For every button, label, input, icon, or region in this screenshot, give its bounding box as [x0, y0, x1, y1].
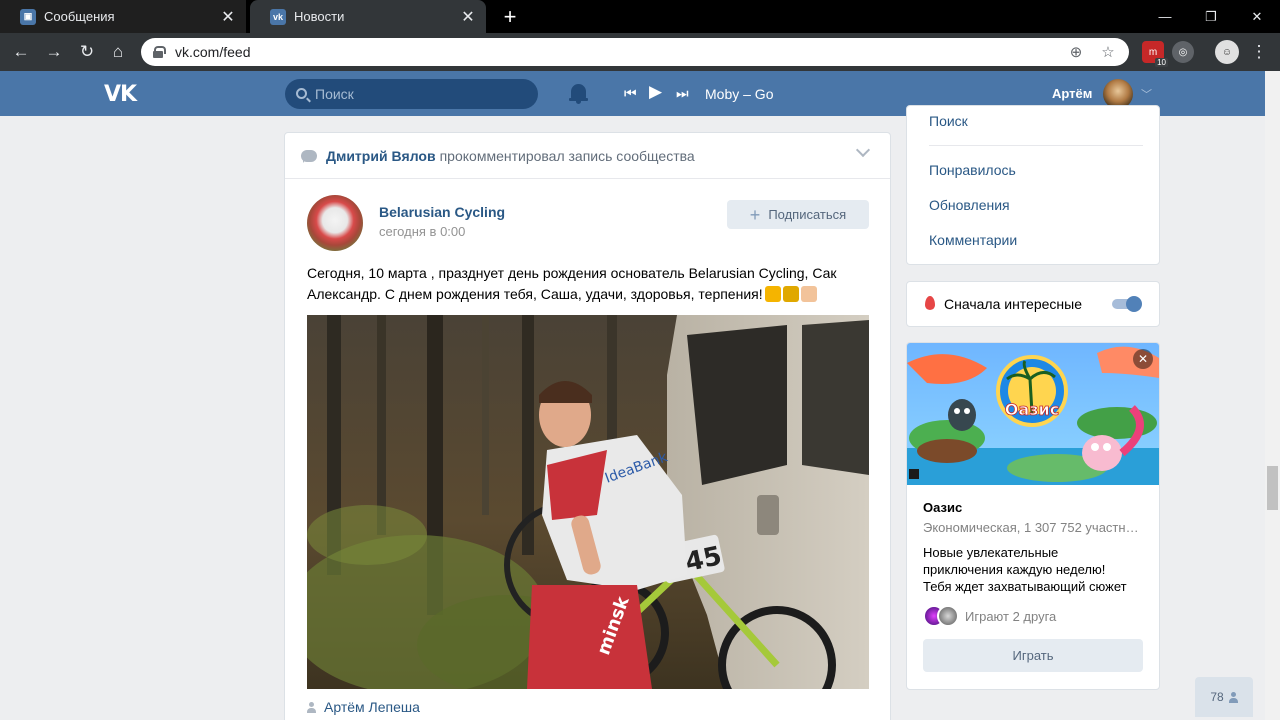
url-text: vk.com/feed	[175, 44, 251, 60]
flame-icon	[925, 296, 935, 310]
context-action-text: прокомментировал запись сообщества	[439, 147, 695, 164]
trophy-emoji-icon	[782, 286, 799, 302]
comment-author-link[interactable]: Артём Лепеша	[324, 699, 420, 715]
interesting-first-toggle[interactable]	[1112, 296, 1142, 312]
person-icon	[1228, 691, 1238, 703]
close-window-icon[interactable]: ✕	[1234, 0, 1280, 33]
search-icon	[296, 88, 307, 99]
community-avatar[interactable]	[307, 195, 363, 251]
scrollbar-thumb[interactable]	[1267, 466, 1278, 510]
tab-messages[interactable]: ▣ Сообщения ✕	[0, 0, 246, 33]
browser-tab-bar: ▣ Сообщения ✕ vk Новости ✕ + — ❐ ✕	[0, 0, 1280, 33]
ad-description-line: Тебя ждет захватывающий сюжет	[923, 579, 1127, 594]
address-bar[interactable]: vk.com/feed ⊕ ☆	[141, 38, 1129, 66]
search-input[interactable]: Поиск	[285, 79, 538, 109]
vk-logo[interactable]: VK	[104, 82, 137, 107]
restore-icon[interactable]: ❐	[1188, 0, 1234, 33]
new-tab-button[interactable]: +	[498, 4, 522, 29]
thumbs-up-emoji-icon	[800, 286, 817, 302]
game-ad-card: Оазис ✕ Оазис Экономическая, 1 307 752 у…	[906, 342, 1160, 690]
ad-description: Новые увлекательные приключения каждую н…	[923, 544, 1145, 595]
context-author-link[interactable]: Дмитрий Вялов	[326, 148, 436, 164]
chevron-down-icon[interactable]	[855, 142, 871, 158]
friends-playing[interactable]: Играют 2 друга	[923, 605, 1056, 627]
next-track-icon[interactable]: ⏭	[676, 85, 689, 102]
reload-icon[interactable]: ↻	[75, 40, 99, 64]
comment-icon	[301, 149, 317, 163]
menu-item-search[interactable]: Поиск	[929, 113, 968, 129]
back-icon[interactable]: ←	[9, 40, 33, 64]
community-name-link[interactable]: Belarusian Cycling	[379, 204, 505, 220]
play-game-button[interactable]: Играть	[923, 639, 1143, 672]
page-scrollbar[interactable]	[1265, 71, 1280, 720]
chevron-down-icon[interactable]: ﹀	[1141, 86, 1152, 102]
ad-description-line: приключения каждую неделю!	[923, 562, 1106, 577]
minimize-icon[interactable]: —	[1142, 0, 1188, 33]
friends-playing-text: Играют 2 друга	[965, 608, 1057, 624]
lightbulb-extension-icon[interactable]: ◎	[1172, 41, 1194, 63]
online-count: 78	[1210, 690, 1224, 704]
post-text-content: Сегодня, 10 марта , празднует день рожде…	[307, 265, 837, 302]
feed-filter-menu: Поиск Понравилось Обновления Комментарии	[906, 105, 1160, 265]
comment-author-row[interactable]: Артём Лепеша	[307, 699, 420, 715]
profile-avatar-icon[interactable]: ☺	[1215, 40, 1239, 64]
menu-item-liked[interactable]: Понравилось	[929, 162, 1016, 178]
tab-title: Сообщения	[44, 9, 115, 24]
user-name[interactable]: Артём	[1052, 86, 1092, 101]
tab-title: Новости	[294, 9, 345, 24]
bookmark-star-icon[interactable]: ☆	[1098, 42, 1118, 62]
vk-icon: vk	[270, 8, 286, 25]
post-photo[interactable]: 445 IdeaBank minsk	[307, 315, 869, 689]
toggle-label: Сначала интересные	[944, 296, 1082, 312]
extension-badge: 10	[1155, 58, 1168, 67]
play-icon[interactable]: ▶	[649, 82, 662, 102]
zoom-icon[interactable]: ⊕	[1066, 42, 1086, 62]
feed-post-card: Дмитрий Вялов прокомментировал запись со…	[284, 132, 891, 720]
browser-toolbar: ← → ↻ ⌂ vk.com/feed ⊕ ☆ m 10 ◎ ☺ ⋮	[0, 33, 1280, 71]
cyclist-photo: 445 IdeaBank minsk	[307, 315, 869, 689]
forward-icon[interactable]: →	[42, 40, 66, 64]
post-context-header: Дмитрий Вялов прокомментировал запись со…	[285, 133, 890, 179]
interesting-first-card: Сначала интересные	[906, 281, 1160, 327]
menu-item-updates[interactable]: Обновления	[929, 197, 1010, 213]
menu-item-comments[interactable]: Комментарии	[929, 232, 1017, 248]
divider	[929, 145, 1143, 146]
plus-icon: +	[749, 204, 761, 225]
ad-subtitle: Экономическая, 1 307 752 участника	[923, 520, 1145, 535]
previous-track-icon[interactable]: ⏮	[624, 85, 637, 102]
subscribe-label: Подписаться	[768, 207, 847, 222]
ad-logo-text: Оазис	[1005, 400, 1059, 419]
vk-messages-icon: ▣	[20, 8, 36, 25]
close-ad-icon[interactable]: ✕	[1133, 349, 1153, 369]
lock-icon	[153, 46, 166, 58]
browser-menu-icon[interactable]: ⋮	[1247, 40, 1271, 64]
ad-image[interactable]: Оазис ✕	[907, 343, 1159, 485]
ad-description-line: Новые увлекательные	[923, 545, 1059, 560]
post-text: Сегодня, 10 марта , празднует день рожде…	[307, 263, 869, 305]
ad-title[interactable]: Оазис	[923, 500, 962, 515]
now-playing[interactable]: Moby – Go	[705, 86, 773, 102]
notifications-bell-icon[interactable]	[569, 83, 589, 105]
close-tab-icon[interactable]: ✕	[220, 9, 236, 26]
post-time[interactable]: сегодня в 0:00	[379, 224, 465, 239]
extension-icon[interactable]: m 10	[1142, 41, 1168, 67]
person-icon	[307, 701, 316, 713]
online-friends-counter[interactable]: 78	[1195, 677, 1253, 717]
tab-news[interactable]: vk Новости ✕	[250, 0, 486, 33]
close-tab-icon[interactable]: ✕	[460, 9, 476, 26]
subscribe-button[interactable]: + Подписаться	[727, 200, 869, 229]
home-icon[interactable]: ⌂	[106, 40, 130, 64]
search-placeholder: Поиск	[315, 86, 354, 102]
oasis-game-art: Оазис	[907, 343, 1159, 485]
friend-avatar	[937, 605, 959, 627]
medal-emoji-icon	[764, 286, 781, 302]
